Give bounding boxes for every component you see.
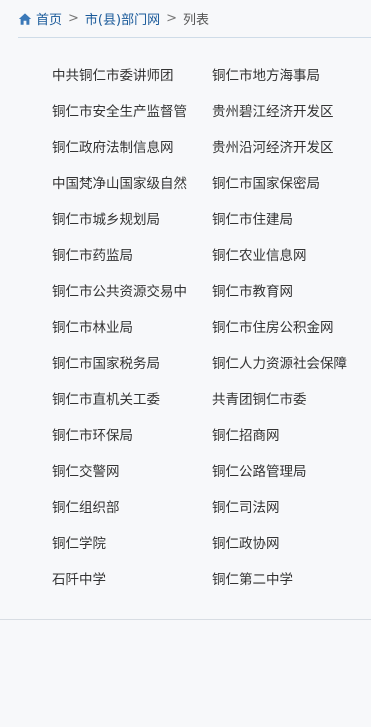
department-link[interactable]: 铜仁市国家税务局 — [52, 346, 192, 382]
home-icon[interactable] — [18, 12, 32, 26]
department-link[interactable]: 铜仁市住建局 — [212, 202, 362, 238]
breadcrumb-separator: > — [68, 11, 79, 26]
footer-divider — [0, 619, 371, 620]
department-link[interactable]: 铜仁市住房公积金网 — [212, 310, 362, 346]
department-link[interactable]: 铜仁市教育网 — [212, 274, 362, 310]
department-link[interactable]: 铜仁市公共资源交易中 — [52, 274, 192, 310]
department-link[interactable]: 铜仁公路管理局 — [212, 454, 362, 490]
department-link[interactable]: 铜仁组织部 — [52, 490, 192, 526]
department-link[interactable]: 铜仁交警网 — [52, 454, 192, 490]
department-link[interactable]: 铜仁市国家保密局 — [212, 166, 362, 202]
department-link[interactable]: 中国梵净山国家级自然 — [52, 166, 192, 202]
department-link[interactable]: 铜仁政府法制信息网 — [52, 130, 192, 166]
department-link[interactable]: 贵州沿河经济开发区 — [212, 130, 362, 166]
department-link[interactable]: 中共铜仁市委讲师团 — [52, 58, 192, 94]
department-link[interactable]: 石阡中学 — [52, 562, 192, 598]
breadcrumb-section-link[interactable]: 市(县)部门网 — [85, 9, 160, 28]
department-link[interactable]: 铜仁市药监局 — [52, 238, 192, 274]
department-link[interactable]: 共青团铜仁市委 — [212, 382, 362, 418]
breadcrumb-home-link[interactable]: 首页 — [36, 9, 62, 28]
breadcrumb: 首页 > 市(县)部门网 > 列表 — [18, 0, 371, 38]
department-link[interactable]: 铜仁政协网 — [212, 526, 362, 562]
department-link[interactable]: 铜仁人力资源社会保障 — [212, 346, 362, 382]
department-link[interactable]: 铜仁学院 — [52, 526, 192, 562]
department-link[interactable]: 铜仁招商网 — [212, 418, 362, 454]
department-link[interactable]: 铜仁市安全生产监督管 — [52, 94, 192, 130]
department-link[interactable]: 铜仁第二中学 — [212, 562, 362, 598]
breadcrumb-separator: > — [166, 11, 177, 26]
department-link[interactable]: 铜仁市城乡规划局 — [52, 202, 192, 238]
breadcrumb-current: 列表 — [182, 13, 209, 28]
department-link-list: 中共铜仁市委讲师团 铜仁市地方海事局 铜仁市安全生产监督管 贵州碧江经济开发区 … — [52, 58, 362, 598]
department-link[interactable]: 铜仁市林业局 — [52, 310, 192, 346]
department-link[interactable]: 铜仁农业信息网 — [212, 238, 362, 274]
department-link[interactable]: 铜仁市地方海事局 — [212, 58, 362, 94]
department-link[interactable]: 铜仁市环保局 — [52, 418, 192, 454]
department-link[interactable]: 铜仁市直机关工委 — [52, 382, 192, 418]
department-link[interactable]: 贵州碧江经济开发区 — [212, 94, 362, 130]
department-link[interactable]: 铜仁司法网 — [212, 490, 362, 526]
page: 首页 > 市(县)部门网 > 列表 中共铜仁市委讲师团 铜仁市地方海事局 铜仁市… — [0, 0, 371, 727]
